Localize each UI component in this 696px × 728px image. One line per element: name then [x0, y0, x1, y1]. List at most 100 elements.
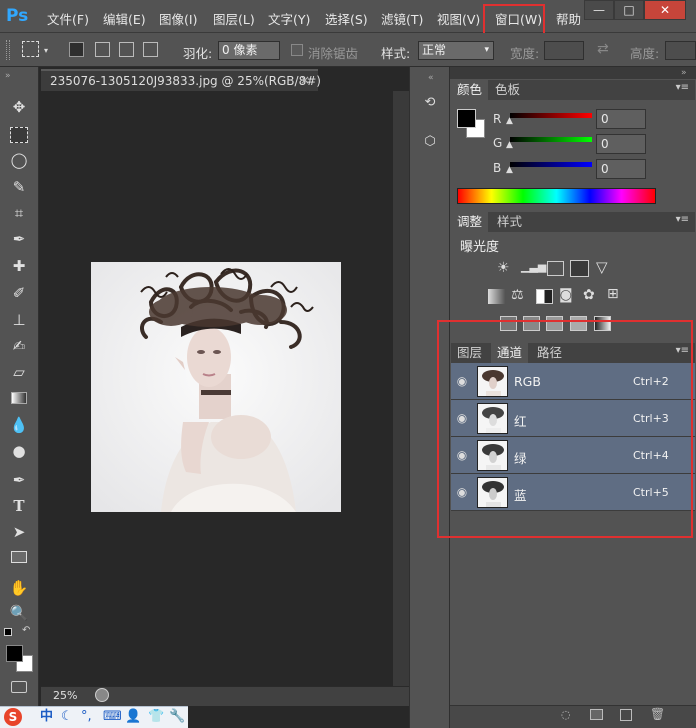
swap-colors-icon[interactable]: ↶: [22, 625, 30, 636]
default-colors-icon[interactable]: [4, 628, 12, 636]
healing-brush-tool-icon[interactable]: ✚: [9, 256, 29, 276]
levels-icon[interactable]: ▁▃▅: [521, 260, 546, 273]
photo-filter-icon[interactable]: ◙: [559, 287, 573, 303]
hand-tool-icon[interactable]: ✋: [9, 578, 29, 598]
close-button[interactable]: ✕: [644, 0, 686, 20]
moon-icon[interactable]: ☾: [61, 709, 73, 725]
rect-marquee-icon[interactable]: [22, 41, 39, 57]
path-selection-tool-icon[interactable]: ➤: [9, 522, 29, 542]
style-select[interactable]: 正常 ▾: [418, 41, 494, 60]
color-lookup-icon[interactable]: ⊞: [607, 286, 619, 302]
type-tool-icon[interactable]: T: [9, 496, 29, 516]
height-input[interactable]: [665, 41, 696, 60]
foreground-color-swatch[interactable]: [6, 645, 23, 662]
tab-color[interactable]: 颜色: [451, 80, 489, 100]
hue-saturation-icon[interactable]: [488, 289, 505, 304]
zoom-level[interactable]: 25%: [53, 689, 77, 702]
zoom-tool-icon[interactable]: 🔍: [9, 603, 29, 623]
color-balance-icon[interactable]: ⚖: [511, 287, 524, 303]
tab-adjustments[interactable]: 调整: [451, 212, 489, 232]
collapse-tools-icon[interactable]: »: [5, 71, 11, 81]
vertical-scrollbar[interactable]: [393, 91, 409, 686]
document-info-icon[interactable]: [95, 688, 109, 702]
color-spectrum-bar[interactable]: [457, 188, 656, 204]
menu-filter[interactable]: 滤镜(T): [381, 9, 423, 28]
lasso-tool-icon[interactable]: ◯: [9, 150, 29, 170]
settings-wrench-icon[interactable]: 🔧: [169, 709, 185, 725]
load-channel-selection-icon[interactable]: ◌: [561, 708, 571, 721]
blue-slider[interactable]: [510, 162, 592, 167]
red-slider[interactable]: [510, 113, 592, 118]
exposure-icon[interactable]: [570, 260, 589, 277]
intersect-selection-icon[interactable]: [143, 42, 158, 57]
menu-select[interactable]: 选择(S): [325, 9, 368, 28]
new-selection-icon[interactable]: [69, 42, 84, 57]
pen-tool-icon[interactable]: ✒: [9, 470, 29, 490]
punctuation-icon[interactable]: °,: [81, 709, 92, 725]
feather-input[interactable]: 0 像素: [218, 41, 280, 60]
adjustments-panel-menu-icon[interactable]: ▾≡: [676, 214, 689, 225]
move-tool-icon[interactable]: ✥: [9, 97, 29, 117]
menu-file[interactable]: 文件(F): [47, 9, 89, 28]
red-slider-thumb-icon[interactable]: ▲: [506, 116, 513, 126]
subtract-from-selection-icon[interactable]: [119, 42, 134, 57]
width-input[interactable]: [544, 41, 584, 60]
tool-preset-dropdown-icon[interactable]: ▾: [44, 46, 48, 55]
green-slider-thumb-icon[interactable]: ▲: [506, 140, 513, 150]
antialias-checkbox[interactable]: [291, 44, 303, 56]
maximize-button[interactable]: □: [614, 0, 644, 20]
rectangle-tool-icon[interactable]: [11, 551, 27, 563]
eyedropper-tool-icon[interactable]: ✒: [9, 229, 29, 249]
crop-tool-icon[interactable]: ⌗: [9, 203, 29, 223]
menu-type[interactable]: 文字(Y): [268, 9, 310, 28]
vibrance-icon[interactable]: ▽: [596, 258, 608, 276]
keyboard-icon[interactable]: ⌨: [103, 709, 122, 725]
gradient-tool-icon[interactable]: [11, 392, 27, 404]
color-panel-foreground-swatch[interactable]: [457, 109, 476, 128]
red-value-input[interactable]: 0: [596, 109, 646, 129]
ime-mode-chinese[interactable]: 中: [40, 709, 53, 725]
document-tab[interactable]: 235076-1305120J93833.jpg @ 25%(RGB/8#) ×: [41, 69, 321, 91]
menu-help[interactable]: 帮助: [556, 9, 581, 28]
skin-icon[interactable]: 👕: [148, 709, 164, 725]
tab-swatches[interactable]: 色板: [489, 80, 526, 100]
black-white-icon[interactable]: [536, 289, 553, 304]
save-selection-channel-icon[interactable]: [590, 709, 603, 720]
menu-layer[interactable]: 图层(L): [213, 9, 255, 28]
document-tab-close-icon[interactable]: ×: [300, 73, 310, 87]
brightness-contrast-icon[interactable]: ☀: [497, 260, 510, 276]
minimize-button[interactable]: —: [584, 0, 614, 20]
history-panel-icon[interactable]: ⟲: [421, 95, 439, 113]
blur-tool-icon[interactable]: 💧: [9, 415, 29, 435]
menu-edit[interactable]: 编辑(E): [103, 9, 146, 28]
swap-dimensions-icon[interactable]: ⇄: [597, 41, 609, 57]
add-to-selection-icon[interactable]: [95, 42, 110, 57]
sogou-logo[interactable]: S: [4, 708, 22, 726]
quick-mask-icon[interactable]: [11, 681, 27, 693]
channel-mixer-icon[interactable]: ✿: [583, 287, 595, 303]
dodge-tool-icon[interactable]: ●: [9, 441, 29, 461]
quick-select-tool-icon[interactable]: ✎: [9, 177, 29, 197]
blue-value-input[interactable]: 0: [596, 159, 646, 179]
menu-image[interactable]: 图像(I): [159, 9, 197, 28]
curves-icon[interactable]: [547, 261, 564, 276]
tab-styles[interactable]: 样式: [491, 212, 528, 232]
eraser-tool-icon[interactable]: ▱: [9, 362, 29, 382]
green-value-input[interactable]: 0: [596, 134, 646, 154]
clone-stamp-tool-icon[interactable]: ⊥: [9, 310, 29, 330]
menu-view[interactable]: 视图(V): [437, 9, 480, 28]
collapse-dock-icon[interactable]: «: [428, 73, 434, 83]
red-channel-label: R: [493, 112, 502, 126]
3d-panel-icon[interactable]: ⬡: [421, 134, 439, 152]
blue-slider-thumb-icon[interactable]: ▲: [506, 165, 513, 175]
user-icon[interactable]: 👤: [125, 709, 141, 725]
collapse-panels-icon[interactable]: »: [681, 68, 687, 78]
delete-channel-icon[interactable]: 🗑: [650, 707, 665, 721]
new-channel-icon[interactable]: [620, 709, 632, 721]
marquee-tool-icon[interactable]: [10, 127, 28, 143]
color-panel-menu-icon[interactable]: ▾≡: [676, 82, 689, 93]
history-brush-tool-icon[interactable]: ✍: [9, 336, 29, 356]
brush-tool-icon[interactable]: ✐: [9, 283, 29, 303]
document-image[interactable]: [91, 262, 341, 512]
green-slider[interactable]: [510, 137, 592, 142]
